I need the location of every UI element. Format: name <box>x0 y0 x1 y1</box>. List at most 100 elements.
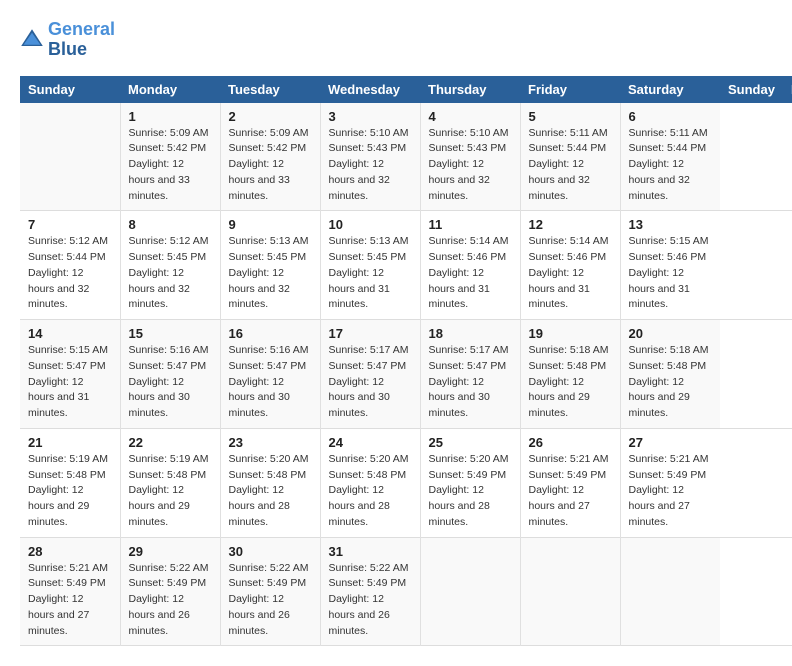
calendar-cell: 21 Sunrise: 5:19 AMSunset: 5:48 PMDayligh… <box>20 428 120 537</box>
calendar-cell <box>20 103 120 211</box>
day-info: Sunrise: 5:20 AMSunset: 5:49 PMDaylight:… <box>429 452 512 531</box>
calendar-cell: 1 Sunrise: 5:09 AMSunset: 5:42 PMDaylight… <box>120 103 220 211</box>
day-info: Sunrise: 5:14 AMSunset: 5:46 PMDaylight:… <box>429 234 512 313</box>
calendar-cell <box>420 537 520 646</box>
day-number: 25 <box>429 435 512 450</box>
calendar-cell: 19 Sunrise: 5:18 AMSunset: 5:48 PMDayligh… <box>520 320 620 429</box>
day-number: 5 <box>529 109 612 124</box>
header-thursday: Thursday <box>420 76 520 103</box>
day-info: Sunrise: 5:14 AMSunset: 5:46 PMDaylight:… <box>529 234 612 313</box>
calendar-cell: 6Sunrise: 5:11 AMSunset: 5:44 PMDaylight… <box>620 103 720 211</box>
day-info: Sunrise: 5:15 AMSunset: 5:46 PMDaylight:… <box>629 234 713 313</box>
calendar-cell: 16 Sunrise: 5:16 AMSunset: 5:47 PMDayligh… <box>220 320 320 429</box>
day-info: Sunrise: 5:22 AMSunset: 5:49 PMDaylight:… <box>229 561 312 640</box>
day-number: 2 <box>229 109 312 124</box>
day-number: 22 <box>129 435 212 450</box>
calendar-cell: 29Sunrise: 5:22 AMSunset: 5:49 PMDayligh… <box>120 537 220 646</box>
day-number: 31 <box>329 544 412 559</box>
day-number: 14 <box>28 326 112 341</box>
calendar-cell: 25 Sunrise: 5:20 AMSunset: 5:49 PMDayligh… <box>420 428 520 537</box>
weekday-header-sunday: Sunday <box>720 76 783 103</box>
day-info: Sunrise: 5:10 AMSunset: 5:43 PMDaylight:… <box>429 126 512 205</box>
calendar-cell: 26 Sunrise: 5:21 AMSunset: 5:49 PMDayligh… <box>520 428 620 537</box>
day-info: Sunrise: 5:19 AMSunset: 5:48 PMDaylight:… <box>28 452 112 531</box>
calendar-cell: 15Sunrise: 5:16 AMSunset: 5:47 PMDayligh… <box>120 320 220 429</box>
day-info: Sunrise: 5:09 AMSunset: 5:42 PMDaylight:… <box>229 126 312 205</box>
day-info: Sunrise: 5:11 AMSunset: 5:44 PMDaylight:… <box>529 126 612 205</box>
header-wednesday: Wednesday <box>320 76 420 103</box>
day-number: 20 <box>629 326 713 341</box>
day-number: 26 <box>529 435 612 450</box>
calendar-cell: 2 Sunrise: 5:09 AMSunset: 5:42 PMDaylight… <box>220 103 320 211</box>
header-saturday: Saturday <box>620 76 720 103</box>
day-info: Sunrise: 5:20 AMSunset: 5:48 PMDaylight:… <box>329 452 412 531</box>
header-sunday: Sunday <box>20 76 120 103</box>
calendar-cell: 28Sunrise: 5:21 AMSunset: 5:49 PMDayligh… <box>20 537 120 646</box>
calendar-week-row: 28Sunrise: 5:21 AMSunset: 5:49 PMDayligh… <box>20 537 792 646</box>
calendar-cell: 18 Sunrise: 5:17 AMSunset: 5:47 PMDayligh… <box>420 320 520 429</box>
calendar-week-row: 1 Sunrise: 5:09 AMSunset: 5:42 PMDaylight… <box>20 103 792 211</box>
day-number: 4 <box>429 109 512 124</box>
calendar-cell: 12 Sunrise: 5:14 AMSunset: 5:46 PMDayligh… <box>520 211 620 320</box>
day-number: 17 <box>329 326 412 341</box>
day-info: Sunrise: 5:18 AMSunset: 5:48 PMDaylight:… <box>629 343 713 422</box>
day-info: Sunrise: 5:12 AMSunset: 5:45 PMDaylight:… <box>129 234 212 313</box>
day-info: Sunrise: 5:22 AMSunset: 5:49 PMDaylight:… <box>129 561 212 640</box>
calendar-cell: 3Sunrise: 5:10 AMSunset: 5:43 PMDaylight… <box>320 103 420 211</box>
day-number: 9 <box>229 217 312 232</box>
header-monday: Monday <box>120 76 220 103</box>
day-number: 8 <box>129 217 212 232</box>
day-number: 1 <box>129 109 212 124</box>
calendar-cell: 23Sunrise: 5:20 AMSunset: 5:48 PMDayligh… <box>220 428 320 537</box>
day-info: Sunrise: 5:21 AMSunset: 5:49 PMDaylight:… <box>529 452 612 531</box>
day-number: 24 <box>329 435 412 450</box>
calendar-cell: 9Sunrise: 5:13 AMSunset: 5:45 PMDaylight… <box>220 211 320 320</box>
day-number: 13 <box>629 217 713 232</box>
day-info: Sunrise: 5:21 AMSunset: 5:49 PMDaylight:… <box>28 561 112 640</box>
day-info: Sunrise: 5:21 AMSunset: 5:49 PMDaylight:… <box>629 452 713 531</box>
day-info: Sunrise: 5:11 AMSunset: 5:44 PMDaylight:… <box>629 126 713 205</box>
page-header: General Blue <box>20 20 772 60</box>
day-number: 30 <box>229 544 312 559</box>
calendar-cell: 30 Sunrise: 5:22 AMSunset: 5:49 PMDayligh… <box>220 537 320 646</box>
day-number: 10 <box>329 217 412 232</box>
calendar-week-row: 21 Sunrise: 5:19 AMSunset: 5:48 PMDayligh… <box>20 428 792 537</box>
day-number: 27 <box>629 435 713 450</box>
day-info: Sunrise: 5:22 AMSunset: 5:49 PMDaylight:… <box>329 561 412 640</box>
calendar-cell: 22Sunrise: 5:19 AMSunset: 5:48 PMDayligh… <box>120 428 220 537</box>
day-number: 23 <box>229 435 312 450</box>
calendar-cell: 8 Sunrise: 5:12 AMSunset: 5:45 PMDaylight… <box>120 211 220 320</box>
day-info: Sunrise: 5:18 AMSunset: 5:48 PMDaylight:… <box>529 343 612 422</box>
day-info: Sunrise: 5:12 AMSunset: 5:44 PMDaylight:… <box>28 234 112 313</box>
day-info: Sunrise: 5:09 AMSunset: 5:42 PMDaylight:… <box>129 126 212 205</box>
calendar-cell: 14Sunrise: 5:15 AMSunset: 5:47 PMDayligh… <box>20 320 120 429</box>
calendar-header-row: SundayMondayTuesdayWednesdayThursdayFrid… <box>20 76 792 103</box>
calendar-cell: 31 Sunrise: 5:22 AMSunset: 5:49 PMDayligh… <box>320 537 420 646</box>
header-tuesday: Tuesday <box>220 76 320 103</box>
calendar-cell: 10 Sunrise: 5:13 AMSunset: 5:45 PMDayligh… <box>320 211 420 320</box>
day-number: 16 <box>229 326 312 341</box>
calendar-cell: 4 Sunrise: 5:10 AMSunset: 5:43 PMDaylight… <box>420 103 520 211</box>
day-number: 3 <box>329 109 412 124</box>
day-number: 12 <box>529 217 612 232</box>
calendar-week-row: 7Sunrise: 5:12 AMSunset: 5:44 PMDaylight… <box>20 211 792 320</box>
calendar-cell: 24 Sunrise: 5:20 AMSunset: 5:48 PMDayligh… <box>320 428 420 537</box>
logo: General Blue <box>20 20 115 60</box>
calendar-cell <box>520 537 620 646</box>
day-number: 21 <box>28 435 112 450</box>
logo-text: General Blue <box>48 20 115 60</box>
day-number: 11 <box>429 217 512 232</box>
day-info: Sunrise: 5:16 AMSunset: 5:47 PMDaylight:… <box>229 343 312 422</box>
day-info: Sunrise: 5:16 AMSunset: 5:47 PMDaylight:… <box>129 343 212 422</box>
day-number: 19 <box>529 326 612 341</box>
calendar-cell <box>620 537 720 646</box>
weekday-header-monday: Monday <box>783 76 792 103</box>
day-number: 18 <box>429 326 512 341</box>
calendar-cell: 17Sunrise: 5:17 AMSunset: 5:47 PMDayligh… <box>320 320 420 429</box>
calendar-cell: 27 Sunrise: 5:21 AMSunset: 5:49 PMDayligh… <box>620 428 720 537</box>
calendar-week-row: 14Sunrise: 5:15 AMSunset: 5:47 PMDayligh… <box>20 320 792 429</box>
day-info: Sunrise: 5:17 AMSunset: 5:47 PMDaylight:… <box>429 343 512 422</box>
calendar-cell: 13 Sunrise: 5:15 AMSunset: 5:46 PMDayligh… <box>620 211 720 320</box>
day-info: Sunrise: 5:13 AMSunset: 5:45 PMDaylight:… <box>329 234 412 313</box>
calendar-table: SundayMondayTuesdayWednesdayThursdayFrid… <box>20 76 792 647</box>
